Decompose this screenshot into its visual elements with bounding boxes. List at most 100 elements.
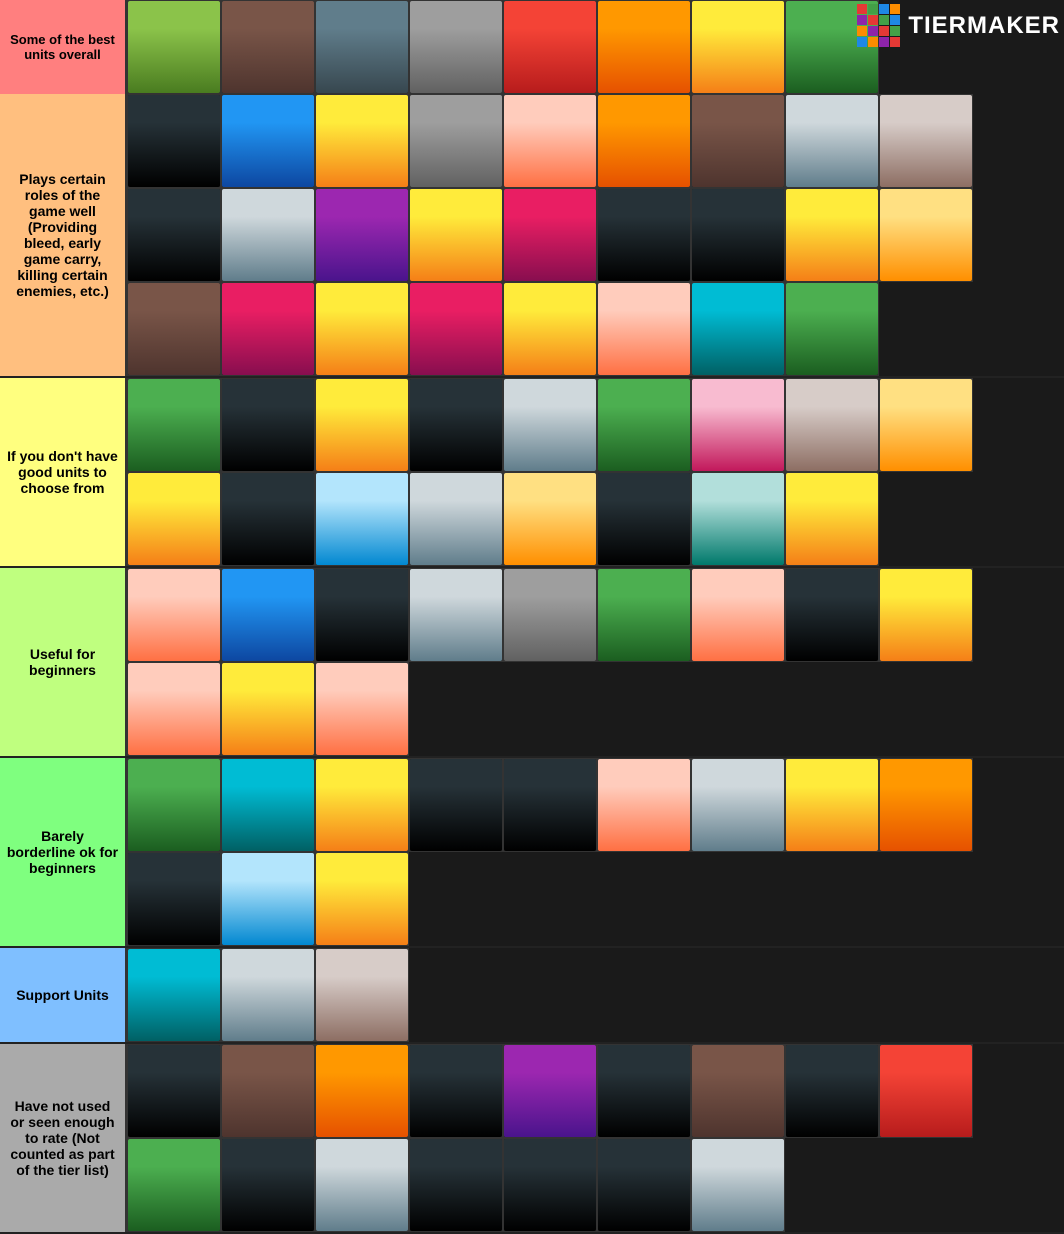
unit-cell[interactable] [691,0,785,94]
unit-cell[interactable] [691,378,785,472]
unit-cell[interactable] [127,852,221,946]
unit-cell[interactable] [503,758,597,852]
unit-cell[interactable] [409,472,503,566]
unit-cell[interactable] [315,282,409,376]
unit-cell[interactable] [127,0,221,94]
unrated-tier-label: Have not used or seen enough to rate (No… [0,1044,125,1232]
unit-cell[interactable] [503,568,597,662]
unit-cell[interactable] [597,1044,691,1138]
unit-cell[interactable] [597,758,691,852]
unit-cell[interactable] [691,758,785,852]
unit-cell[interactable] [221,472,315,566]
unit-cell[interactable] [879,1044,973,1138]
unit-cell[interactable] [315,1138,409,1232]
unit-cell[interactable] [221,948,315,1042]
unit-cell[interactable] [503,378,597,472]
unit-cell[interactable] [127,378,221,472]
support-tier-row: Support Units [0,948,1064,1044]
unit-cell[interactable] [409,1044,503,1138]
unit-cell[interactable] [785,94,879,188]
unit-cell[interactable] [127,758,221,852]
unit-cell[interactable] [503,1044,597,1138]
support-tier-label: Support Units [0,948,125,1042]
unit-cell[interactable] [221,378,315,472]
unit-cell[interactable] [315,758,409,852]
unit-cell[interactable] [221,852,315,946]
unit-cell[interactable] [597,282,691,376]
unit-cell[interactable] [127,568,221,662]
unit-cell[interactable] [221,1044,315,1138]
unit-cell[interactable] [409,378,503,472]
d-tier-label: Barely borderline ok for beginners [0,758,125,946]
unit-cell[interactable] [315,662,409,756]
unit-cell[interactable] [597,472,691,566]
unit-cell[interactable] [221,282,315,376]
unit-cell[interactable] [221,188,315,282]
unit-cell[interactable] [221,662,315,756]
unit-cell[interactable] [221,94,315,188]
unit-cell[interactable] [315,188,409,282]
unit-cell[interactable] [409,282,503,376]
unit-cell[interactable] [879,758,973,852]
unit-cell[interactable] [409,568,503,662]
unit-cell[interactable] [315,852,409,946]
unit-cell[interactable] [503,1138,597,1232]
unit-cell[interactable] [879,188,973,282]
unit-cell[interactable] [691,472,785,566]
unit-cell[interactable] [597,378,691,472]
unit-cell[interactable] [691,1138,785,1232]
unit-cell[interactable] [785,282,879,376]
unit-cell[interactable] [315,1044,409,1138]
unit-cell[interactable] [127,472,221,566]
unit-cell[interactable] [691,188,785,282]
unit-cell[interactable] [503,0,597,94]
unrated-tier-row: Have not used or seen enough to rate (No… [0,1044,1064,1234]
unit-cell[interactable] [409,0,503,94]
unit-cell[interactable] [785,568,879,662]
unit-cell[interactable] [785,1044,879,1138]
unit-cell[interactable] [315,948,409,1042]
unit-cell[interactable] [221,1138,315,1232]
unit-cell[interactable] [785,378,879,472]
unit-cell[interactable] [315,568,409,662]
unit-cell[interactable] [409,758,503,852]
unit-cell[interactable] [691,282,785,376]
unit-cell[interactable] [879,568,973,662]
unit-cell[interactable] [503,472,597,566]
unit-cell[interactable] [127,662,221,756]
unit-cell[interactable] [315,94,409,188]
unit-cell[interactable] [597,1138,691,1232]
unit-cell[interactable] [127,1138,221,1232]
unit-cell[interactable] [597,94,691,188]
unit-cell[interactable] [221,758,315,852]
unit-cell[interactable] [503,94,597,188]
unit-cell[interactable] [785,472,879,566]
unit-cell[interactable] [315,0,409,94]
unit-cell[interactable] [597,0,691,94]
unit-cell[interactable] [409,188,503,282]
unit-cell[interactable] [409,1138,503,1232]
unit-cell[interactable] [597,568,691,662]
unit-cell[interactable] [221,568,315,662]
unit-cell[interactable] [409,94,503,188]
d-tier-row: Barely borderline ok for beginners [0,758,1064,948]
unit-cell[interactable] [127,94,221,188]
unit-cell[interactable] [503,188,597,282]
unit-cell[interactable] [785,188,879,282]
b-tier-row: If you don't have good units to choose f… [0,378,1064,568]
unit-cell[interactable] [127,948,221,1042]
unit-cell[interactable] [691,568,785,662]
unit-cell[interactable] [127,188,221,282]
unit-cell[interactable] [597,188,691,282]
unit-cell[interactable] [127,1044,221,1138]
unit-cell[interactable] [879,94,973,188]
unit-cell[interactable] [879,378,973,472]
unit-cell[interactable] [315,472,409,566]
unit-cell[interactable] [221,0,315,94]
unit-cell[interactable] [691,1044,785,1138]
unit-cell[interactable] [503,282,597,376]
unit-cell[interactable] [315,378,409,472]
unit-cell[interactable] [691,94,785,188]
unit-cell[interactable] [127,282,221,376]
unit-cell[interactable] [785,758,879,852]
